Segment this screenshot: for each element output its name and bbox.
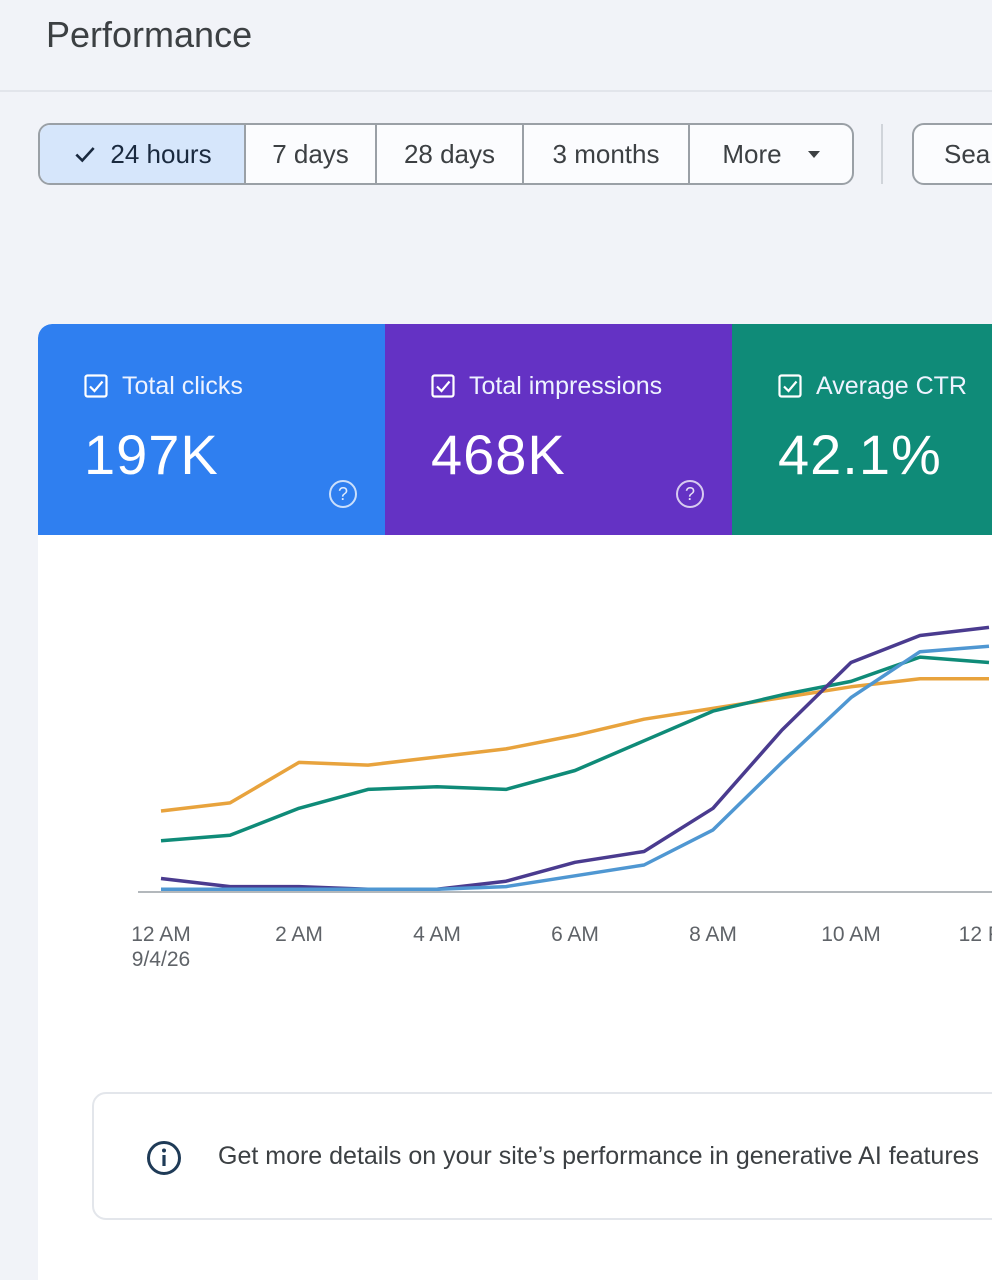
search-type-label: Sea — [944, 139, 991, 169]
range-24-hours-label: 24 hours — [110, 138, 212, 169]
info-banner-text: Get more details on your site’s performa… — [218, 1142, 980, 1170]
range-more-dropdown[interactable]: More — [690, 125, 852, 183]
info-icon — [147, 1141, 181, 1175]
range-24-hours-button[interactable]: 24 hours — [40, 125, 246, 183]
metric-label: Total clicks — [122, 372, 243, 400]
metric-value: 42.1% — [778, 423, 942, 486]
dropdown-caret-icon — [807, 150, 820, 158]
range-7-days-button[interactable]: 7 days — [246, 125, 377, 183]
metric-value: 197K — [84, 423, 219, 486]
checkbox-checked-icon[interactable] — [84, 374, 108, 398]
metric-card-total-impressions[interactable]: Total impressions 468K ? — [385, 324, 732, 535]
help-icon[interactable]: ? — [329, 480, 357, 508]
metric-card-average-ctr[interactable]: Average CTR 42.1% — [732, 324, 992, 535]
range-28-days-button[interactable]: 28 days — [377, 125, 524, 183]
metric-card-total-clicks[interactable]: Total clicks 197K ? — [38, 324, 385, 535]
date-range-selector: 24 hours 7 days 28 days 3 months More — [38, 123, 854, 185]
range-more-label: More — [722, 138, 782, 169]
search-type-button[interactable]: Sea — [912, 123, 992, 185]
range-3-months-label: 3 months — [552, 138, 660, 169]
toolbar-divider — [881, 124, 883, 184]
metric-label: Average CTR — [816, 372, 967, 400]
help-icon[interactable]: ? — [676, 480, 704, 508]
check-icon — [75, 147, 96, 163]
checkbox-checked-icon[interactable] — [431, 374, 455, 398]
metric-value: 468K — [431, 423, 566, 486]
range-7-days-label: 7 days — [272, 138, 349, 169]
info-banner: Get more details on your site’s performa… — [92, 1092, 992, 1220]
checkbox-checked-icon[interactable] — [778, 374, 802, 398]
range-3-months-button[interactable]: 3 months — [524, 125, 690, 183]
page-header: Performance — [0, 0, 992, 92]
metric-label: Total impressions — [469, 372, 663, 400]
range-28-days-label: 28 days — [403, 138, 496, 169]
page-title: Performance — [46, 14, 253, 55]
